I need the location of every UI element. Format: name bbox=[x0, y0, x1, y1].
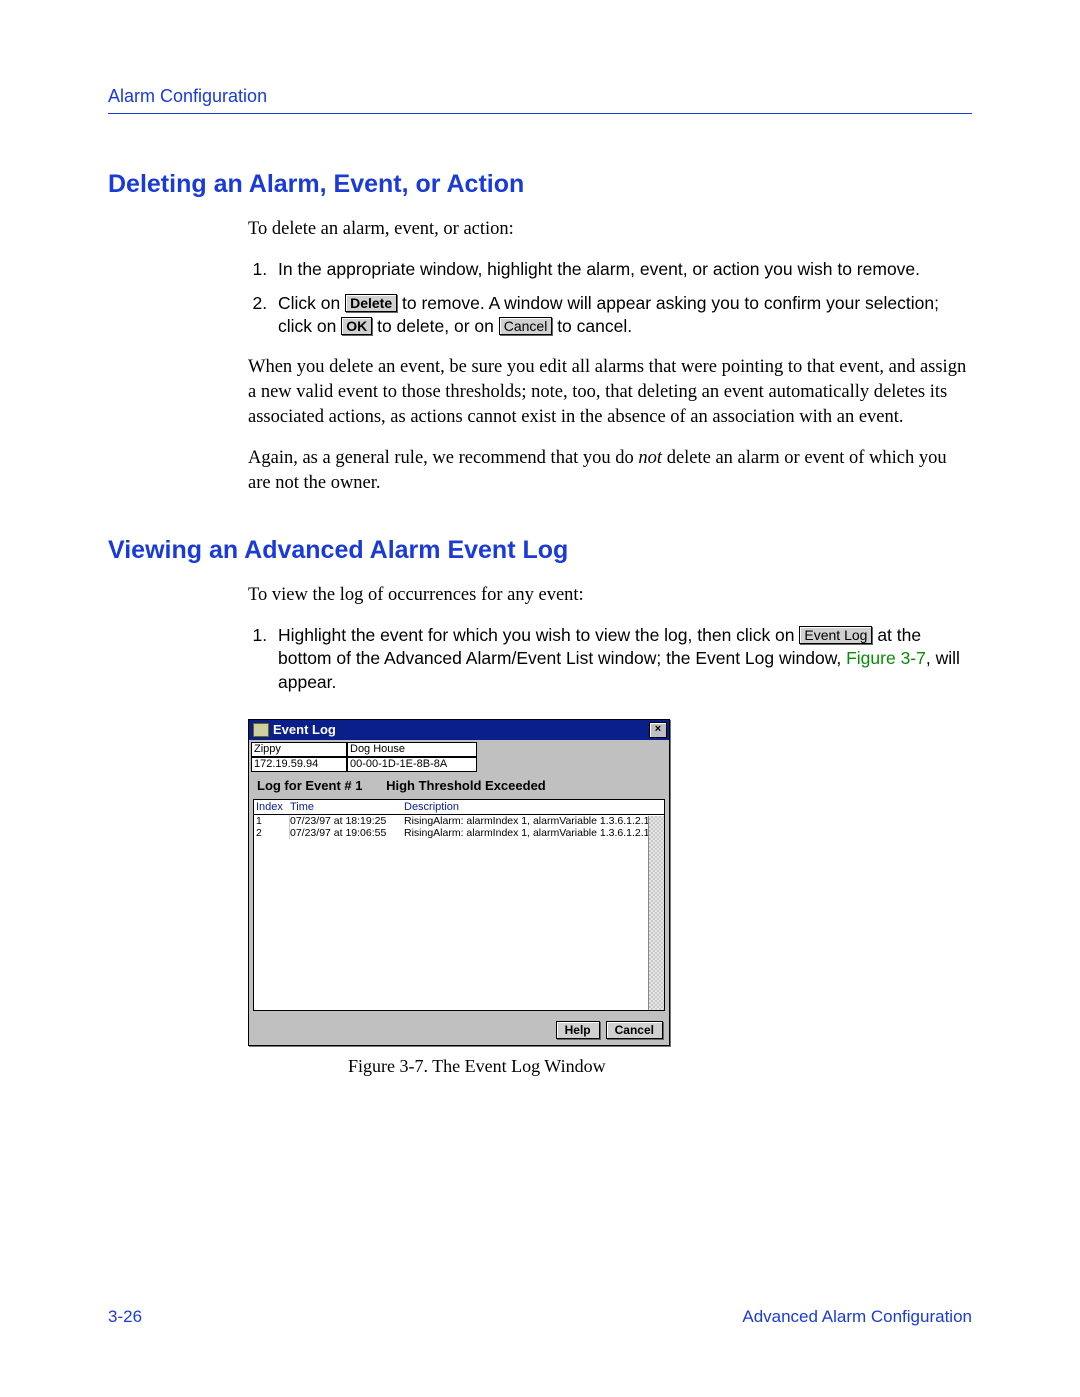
step-1: In the appropriate window, highlight the… bbox=[272, 258, 972, 282]
log-for-label: Log for Event # 1 bbox=[257, 778, 362, 793]
step-2: Click on Delete to remove. A window will… bbox=[272, 292, 972, 339]
cancel-button[interactable]: Cancel bbox=[499, 317, 553, 335]
row2-time: 07/23/97 at 19:06:55 bbox=[290, 827, 404, 839]
step2-text-d: to cancel. bbox=[557, 316, 632, 336]
col-time: Time bbox=[290, 801, 404, 813]
device-mac: 00-00-1D-1E-8B-8A bbox=[347, 757, 477, 772]
row2-index: 2 bbox=[256, 827, 290, 839]
log-table: Index Time Description 1 07/23/97 at 18:… bbox=[253, 799, 665, 1011]
table-row: 2 07/23/97 at 19:06:55 RisingAlarm: alar… bbox=[254, 827, 664, 839]
device-location: Dog House bbox=[347, 742, 477, 757]
log-title: Log for Event # 1 High Threshold Exceede… bbox=[249, 774, 669, 799]
section-heading-deleting: Deleting an Alarm, Event, or Action bbox=[108, 170, 972, 199]
device-ip: 172.19.59.94 bbox=[251, 757, 347, 772]
running-header: Alarm Configuration bbox=[108, 86, 972, 114]
window-title: Event Log bbox=[273, 722, 336, 737]
cancel-button[interactable]: Cancel bbox=[606, 1021, 663, 1039]
p3a: Again, as a general rule, we recommend t… bbox=[248, 448, 638, 468]
threshold-label: High Threshold Exceeded bbox=[386, 778, 546, 793]
step2-text-a: Click on bbox=[278, 293, 345, 313]
delete-button[interactable]: Delete bbox=[345, 294, 397, 312]
not-emphasis: not bbox=[638, 448, 662, 468]
scrollbar[interactable] bbox=[648, 816, 664, 1010]
figure-reference: Figure 3-7 bbox=[846, 648, 926, 668]
row1-index: 1 bbox=[256, 815, 290, 827]
vs1a: Highlight the event for which you wish t… bbox=[278, 625, 799, 645]
step2-text-c: to delete, or on bbox=[377, 316, 499, 336]
col-index: Index bbox=[256, 801, 290, 813]
paragraph-delete-note: When you delete an event, be sure you ed… bbox=[248, 355, 972, 430]
info-grid: Zippy Dog House 172.19.59.94 00-00-1D-1E… bbox=[251, 742, 667, 772]
page-number: 3-26 bbox=[108, 1307, 142, 1327]
row2-desc: RisingAlarm: alarmIndex 1, alarmVariable… bbox=[404, 827, 665, 839]
intro-text: To delete an alarm, event, or action: bbox=[248, 217, 972, 242]
device-name: Zippy bbox=[251, 742, 347, 757]
row1-desc: RisingAlarm: alarmIndex 1, alarmVariable… bbox=[404, 815, 665, 827]
close-icon[interactable]: × bbox=[649, 722, 667, 738]
col-description: Description bbox=[404, 801, 662, 813]
footer-section: Advanced Alarm Configuration bbox=[742, 1307, 972, 1327]
ok-button[interactable]: OK bbox=[341, 317, 372, 335]
event-log-window: Event Log × Zippy Dog House 172.19.59.94… bbox=[248, 719, 670, 1046]
intro-text-2: To view the log of occurrences for any e… bbox=[248, 583, 972, 608]
help-button[interactable]: Help bbox=[556, 1021, 600, 1039]
window-icon bbox=[253, 723, 269, 737]
table-row: 1 07/23/97 at 18:19:25 RisingAlarm: alar… bbox=[254, 815, 664, 827]
section-heading-viewing: Viewing an Advanced Alarm Event Log bbox=[108, 536, 972, 565]
figure-caption: Figure 3-7. The Event Log Window bbox=[248, 1056, 972, 1077]
paragraph-owner-note: Again, as a general rule, we recommend t… bbox=[248, 446, 972, 496]
row1-time: 07/23/97 at 18:19:25 bbox=[290, 815, 404, 827]
view-step-1: Highlight the event for which you wish t… bbox=[272, 624, 972, 695]
event-log-button[interactable]: Event Log bbox=[799, 626, 872, 644]
titlebar[interactable]: Event Log × bbox=[249, 720, 669, 740]
